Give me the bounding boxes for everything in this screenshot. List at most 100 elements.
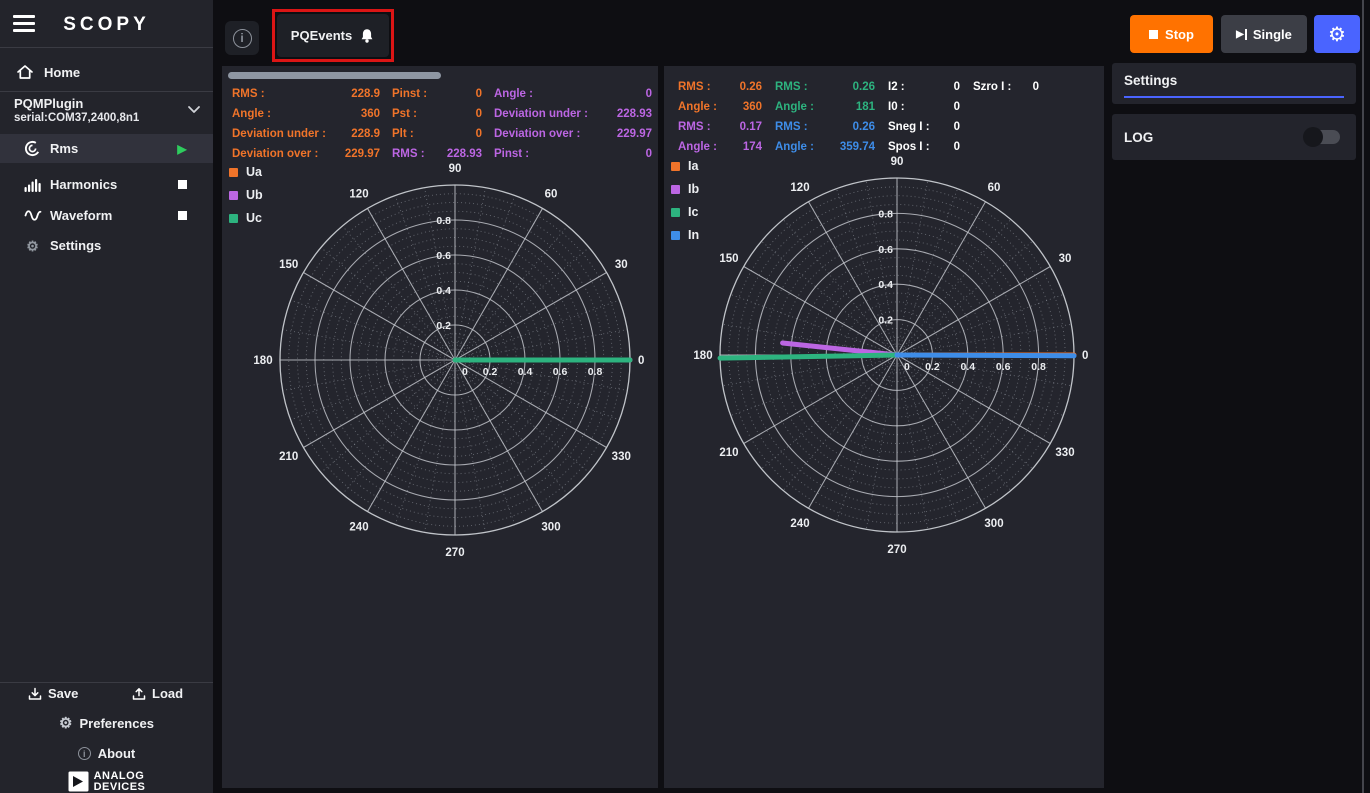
svg-text:120: 120 (790, 182, 809, 194)
svg-text:0.8: 0.8 (588, 366, 603, 378)
stop-indicator-square-icon[interactable] (176, 208, 188, 223)
svg-text:300: 300 (541, 521, 560, 533)
svg-text:0: 0 (638, 355, 644, 367)
save-button[interactable]: Save (28, 686, 78, 701)
log-card: LOG (1112, 114, 1356, 160)
sidebar-item-settings[interactable]: ⚙ Settings (0, 231, 213, 260)
preferences-button[interactable]: ⚙ Preferences (0, 716, 213, 731)
readout-cell: Plt :0 (392, 124, 482, 144)
window-scrollbar[interactable] (1362, 0, 1364, 793)
stop-indicator-square-icon[interactable] (176, 177, 188, 192)
svg-text:0.2: 0.2 (925, 361, 940, 373)
scopy-window: SCOPY Home PQMPlugin serial:COM37,2400,8… (0, 0, 1370, 793)
sidebar-item-waveform[interactable]: Waveform (0, 201, 213, 230)
sidebar: SCOPY Home PQMPlugin serial:COM37,2400,8… (0, 0, 213, 793)
settings-title: Settings (1124, 73, 1177, 88)
log-toggle[interactable] (1304, 130, 1340, 144)
svg-text:30: 30 (615, 259, 628, 271)
svg-text:240: 240 (349, 521, 368, 533)
sidebar-item-rms[interactable]: Rms ▶ (0, 134, 213, 163)
readout-cell: I0 :0 (888, 97, 960, 117)
readout-cell: Deviation under :228.9 (232, 124, 380, 144)
readout-cell: RMS :0.26 (775, 117, 875, 137)
divider (0, 47, 213, 48)
readout-cell: RMS :0.26 (678, 77, 762, 97)
about-button[interactable]: i About (0, 746, 213, 761)
svg-text:0.8: 0.8 (1031, 361, 1046, 373)
svg-text:60: 60 (988, 182, 1001, 194)
chevron-down-icon[interactable] (187, 105, 201, 114)
info-icon: i (233, 29, 252, 48)
svg-text:210: 210 (279, 451, 298, 463)
readout-cell: Angle :360 (232, 104, 380, 124)
voltage-phasor-panel: RMS :228.9Pinst :0Angle :0Angle :360Pst … (222, 66, 658, 788)
analog-devices-triangle-icon (68, 771, 89, 792)
log-label: LOG (1124, 130, 1153, 145)
sidebar-item-home[interactable]: Home (0, 54, 213, 90)
phasor-trace-in (897, 355, 1074, 356)
svg-text:90: 90 (449, 163, 462, 175)
load-button[interactable]: Load (132, 686, 183, 701)
readout-cell: I2 :0 (888, 77, 960, 97)
settings-panel-header: Settings (1112, 63, 1356, 104)
svg-text:0.2: 0.2 (483, 366, 498, 378)
waveform-icon (24, 209, 42, 222)
svg-text:330: 330 (612, 451, 631, 463)
bell-icon (359, 28, 375, 44)
svg-text:0.8: 0.8 (436, 215, 451, 227)
svg-text:240: 240 (790, 518, 809, 530)
divider (0, 91, 213, 92)
readout-cell (973, 97, 1039, 117)
svg-text:0.4: 0.4 (960, 361, 975, 373)
waveform-label: Waveform (50, 208, 112, 223)
readout-cell: RMS :0.17 (678, 117, 762, 137)
settings-title-underline (1124, 96, 1344, 98)
about-label: About (98, 746, 136, 761)
gear-icon: ⚙ (59, 716, 72, 731)
pqevents-label: PQEvents (291, 28, 352, 43)
gear-icon: ⚙ (26, 239, 39, 253)
single-play-icon: ▶ (1236, 29, 1244, 40)
plot-settings-button[interactable]: ⚙ (1314, 15, 1360, 53)
readout-cell: Deviation over :229.97 (494, 124, 652, 144)
log-toggle-knob[interactable] (1303, 127, 1323, 147)
svg-text:150: 150 (279, 259, 298, 271)
readout-cell: Deviation under :228.93 (494, 104, 652, 124)
rms-icon (24, 140, 41, 157)
svg-text:0: 0 (904, 361, 910, 373)
readout-cell: Sneg I :0 (888, 117, 960, 137)
harmonics-label: Harmonics (50, 177, 117, 192)
svg-text:300: 300 (984, 518, 1003, 530)
svg-text:270: 270 (887, 544, 906, 556)
svg-text:0.2: 0.2 (436, 320, 451, 332)
svg-text:0.6: 0.6 (996, 361, 1011, 373)
pqevents-button[interactable]: PQEvents (277, 14, 389, 57)
readout-cell (973, 117, 1039, 137)
single-label: Single (1253, 27, 1292, 42)
stop-square-icon (1149, 30, 1158, 39)
sidebar-item-harmonics[interactable]: Harmonics (0, 170, 213, 199)
current-polar-chart: 03060901201501802102402703003300.20.40.6… (677, 140, 1104, 570)
single-bar-icon (1245, 29, 1247, 40)
load-icon (132, 687, 146, 701)
voltage-polar-chart: 03060901201501802102402703003300.20.40.6… (235, 145, 658, 575)
svg-text:270: 270 (445, 547, 464, 559)
phasor-trace-ic (720, 355, 897, 358)
load-label: Load (152, 686, 183, 701)
svg-text:0: 0 (1082, 350, 1088, 362)
run-indicator-play-icon[interactable]: ▶ (176, 143, 188, 155)
svg-text:330: 330 (1055, 447, 1074, 459)
rms-label: Rms (50, 141, 78, 156)
svg-text:0.6: 0.6 (553, 366, 568, 378)
stop-button[interactable]: Stop (1130, 15, 1213, 53)
readout-cell: Angle :0 (494, 84, 652, 104)
info-button[interactable]: i (225, 21, 259, 55)
svg-text:0.4: 0.4 (518, 366, 533, 378)
readout-scrollbar[interactable] (228, 72, 441, 79)
single-button[interactable]: ▶ Single (1221, 15, 1307, 53)
analog-devices-logo: ANALOG DEVICES (0, 771, 213, 793)
plugin-header[interactable]: PQMPlugin serial:COM37,2400,8n1 (0, 95, 213, 131)
readout-cell: RMS :228.9 (232, 84, 380, 104)
info-icon: i (78, 747, 91, 760)
brand-devices: DEVICES (94, 782, 146, 793)
